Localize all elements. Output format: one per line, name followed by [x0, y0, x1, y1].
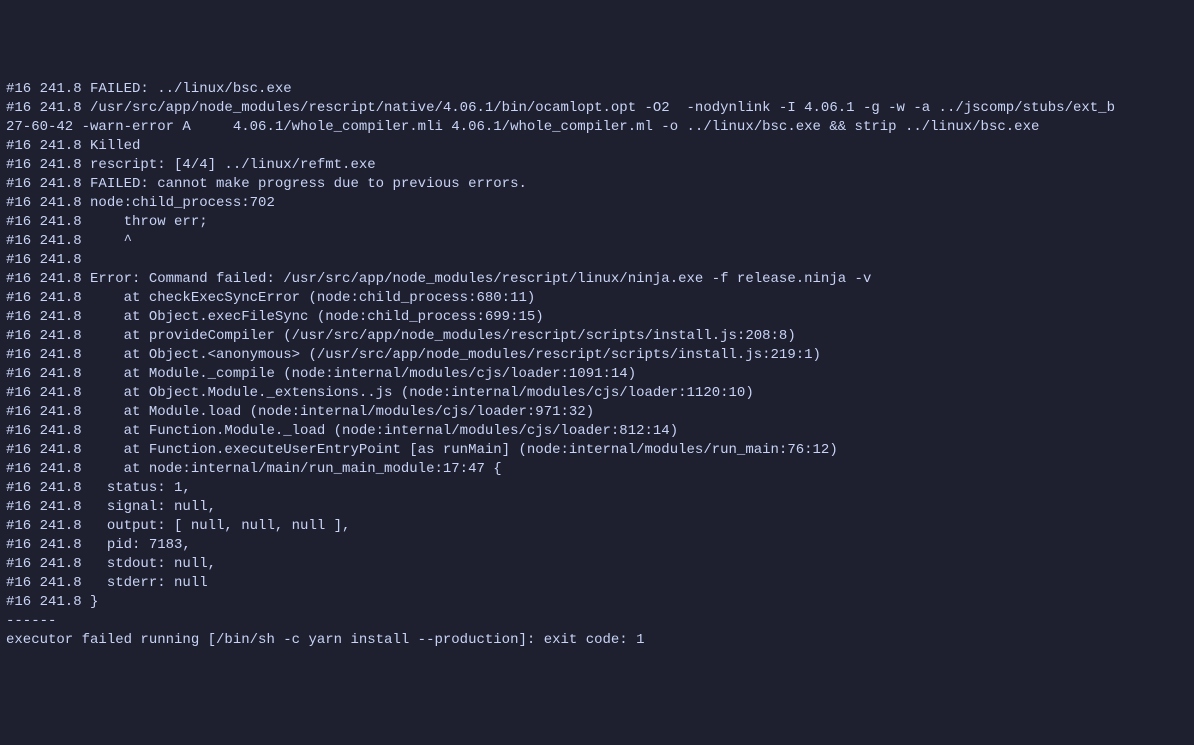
log-line: #16 241.8 rescript: [4/4] ../linux/refmt…	[6, 156, 1188, 175]
log-line: #16 241.8 pid: 7183,	[6, 536, 1188, 555]
log-line: #16 241.8 Killed	[6, 137, 1188, 156]
log-line: #16 241.8 at Function.Module._load (node…	[6, 422, 1188, 441]
log-line: #16 241.8 at Object.execFileSync (node:c…	[6, 308, 1188, 327]
log-line: 27-60-42 -warn-error A 4.06.1/whole_comp…	[6, 118, 1188, 137]
log-line: #16 241.8 stdout: null,	[6, 555, 1188, 574]
log-line: #16 241.8 output: [ null, null, null ],	[6, 517, 1188, 536]
log-line: #16 241.8 at Function.executeUserEntryPo…	[6, 441, 1188, 460]
log-line: #16 241.8 at Module.load (node:internal/…	[6, 403, 1188, 422]
terminal-output: #16 241.8 FAILED: ../linux/bsc.exe#16 24…	[6, 80, 1188, 650]
log-line: #16 241.8 status: 1,	[6, 479, 1188, 498]
log-line: #16 241.8 ^	[6, 232, 1188, 251]
log-line: #16 241.8 signal: null,	[6, 498, 1188, 517]
log-line: #16 241.8 node:child_process:702	[6, 194, 1188, 213]
log-line: #16 241.8 throw err;	[6, 213, 1188, 232]
log-line: #16 241.8 at node:internal/main/run_main…	[6, 460, 1188, 479]
log-line: #16 241.8 at Object.Module._extensions..…	[6, 384, 1188, 403]
log-line: executor failed running [/bin/sh -c yarn…	[6, 631, 1188, 650]
log-line: #16 241.8	[6, 251, 1188, 270]
log-line: #16 241.8 /usr/src/app/node_modules/resc…	[6, 99, 1188, 118]
log-line: #16 241.8 FAILED: cannot make progress d…	[6, 175, 1188, 194]
log-line: #16 241.8 at checkExecSyncError (node:ch…	[6, 289, 1188, 308]
log-line: #16 241.8 }	[6, 593, 1188, 612]
log-line: #16 241.8 FAILED: ../linux/bsc.exe	[6, 80, 1188, 99]
log-line: #16 241.8 at provideCompiler (/usr/src/a…	[6, 327, 1188, 346]
log-line: ------	[6, 612, 1188, 631]
log-line: #16 241.8 Error: Command failed: /usr/sr…	[6, 270, 1188, 289]
log-line: #16 241.8 at Object.<anonymous> (/usr/sr…	[6, 346, 1188, 365]
log-line: #16 241.8 at Module._compile (node:inter…	[6, 365, 1188, 384]
